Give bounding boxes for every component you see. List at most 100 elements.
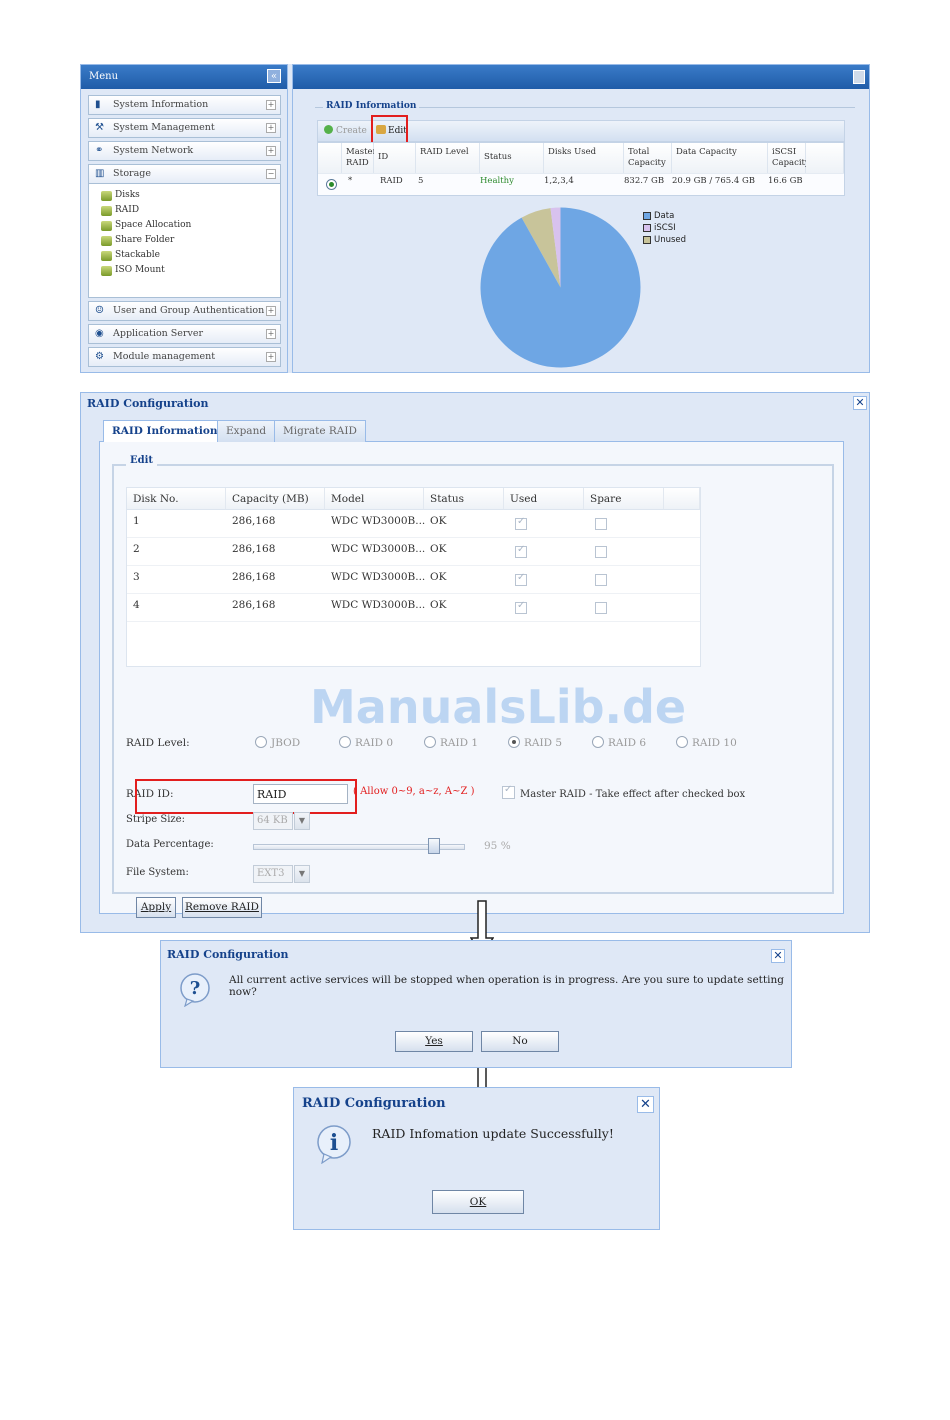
submenu-item-disks[interactable]: Disks: [101, 190, 140, 204]
expand-icon[interactable]: +: [266, 329, 276, 339]
used-checkbox[interactable]: [515, 600, 527, 614]
raid-select-radio[interactable]: [326, 179, 337, 190]
cell-master: *: [348, 176, 353, 186]
submenu-item-share-folder[interactable]: Share Folder: [101, 235, 174, 249]
raid-level-radio[interactable]: [339, 736, 351, 748]
raid-level-label: RAID Level:: [126, 737, 190, 749]
table-header: Spare: [584, 488, 664, 510]
submenu-item-space-allocation[interactable]: Space Allocation: [101, 220, 191, 234]
apply-button[interactable]: Apply: [136, 897, 176, 918]
legend-label: Unused: [654, 235, 687, 245]
cell-capacity: 286,168: [232, 571, 276, 583]
logout-icon[interactable]: [853, 70, 865, 84]
yes-button[interactable]: Yes: [395, 1031, 473, 1052]
submenu-label: Share Folder: [115, 235, 175, 245]
file-system-label: File System:: [126, 867, 189, 878]
cell-no: 3: [133, 571, 140, 583]
used-checkbox[interactable]: [515, 516, 527, 530]
dialog-message: RAID Infomation update Successfully!: [372, 1126, 614, 1141]
stripe-size-select[interactable]: 64 KB: [253, 812, 293, 830]
remove-raid-button[interactable]: Remove RAID: [182, 897, 262, 918]
cell-disks: 1,2,3,4: [544, 176, 574, 186]
tab-migrate-raid[interactable]: Migrate RAID: [274, 420, 366, 442]
raid-level-radio[interactable]: [676, 736, 688, 748]
table-header: ID: [374, 143, 416, 173]
legend-item: Unused: [643, 234, 686, 246]
menu-item-application-server[interactable]: ◉ Application Server +: [88, 324, 281, 344]
submenu-item-iso-mount[interactable]: ISO Mount: [101, 265, 165, 279]
spare-checkbox[interactable]: [595, 546, 607, 558]
tab-expand[interactable]: Expand: [217, 420, 276, 442]
table-header: Status: [480, 143, 544, 173]
spare-checkbox[interactable]: [595, 518, 607, 530]
cell-status: Healthy: [480, 176, 514, 186]
share-folder-icon: [101, 236, 112, 246]
raid-table: Master RAID ID RAID Level Status Disks U…: [317, 142, 845, 196]
file-system-select[interactable]: EXT3: [253, 865, 293, 883]
raid-level-radio[interactable]: [255, 736, 267, 748]
expand-icon[interactable]: +: [266, 352, 276, 362]
menu-item-label: Storage: [113, 168, 151, 179]
raid-level-radio[interactable]: [592, 736, 604, 748]
table-row: 4 286,168 WDC WD3000B... OK: [127, 594, 700, 622]
raid-info-legend: RAID Information: [323, 101, 420, 111]
storage-submenu: Disks RAID Space Allocation Share Folder…: [88, 184, 281, 298]
menu-item-system-network[interactable]: ⚭ System Network +: [88, 141, 281, 161]
legend-item: Data: [643, 210, 686, 222]
menu-item-module-management[interactable]: ⚙ Module management +: [88, 347, 281, 367]
master-raid-checkbox[interactable]: [502, 784, 515, 799]
dialog-message: All current active services will be stop…: [229, 974, 784, 998]
table-header: Disk No.: [127, 488, 226, 510]
cell-status: OK: [430, 571, 447, 583]
cell-model: WDC WD3000B...: [331, 599, 426, 611]
raid-level-option-label: RAID 10: [692, 737, 737, 749]
main-panel: RAID Information Create Edit Master RAID…: [292, 64, 870, 373]
collapse-icon[interactable]: −: [266, 169, 276, 179]
cell-capacity: 286,168: [232, 515, 276, 527]
raid-id-hint: ( Allow 0~9, a~z, A~Z ): [353, 786, 475, 797]
ok-button[interactable]: OK: [432, 1190, 524, 1214]
menu-item-label: System Management: [113, 122, 215, 133]
raid-level-radio[interactable]: [424, 736, 436, 748]
spare-checkbox[interactable]: [595, 602, 607, 614]
menu-item-system-information[interactable]: ▮ System Information +: [88, 95, 281, 115]
network-icon: ⚭: [95, 145, 104, 156]
chevron-down-icon[interactable]: ▼: [294, 812, 310, 830]
tab-raid-information[interactable]: RAID Information: [103, 420, 227, 443]
menu-item-label: System Information: [113, 99, 209, 110]
create-button[interactable]: Create: [324, 125, 367, 136]
table-header: Master RAID: [342, 143, 377, 173]
raid-level-radio[interactable]: [508, 736, 520, 748]
close-icon[interactable]: ✕: [637, 1096, 654, 1113]
menu-item-label: System Network: [113, 145, 194, 156]
used-checkbox[interactable]: [515, 544, 527, 558]
slider-handle[interactable]: [428, 838, 441, 854]
menu-collapse-button[interactable]: «: [267, 69, 281, 83]
no-button[interactable]: No: [481, 1031, 559, 1052]
menu-item-user-group-authentication[interactable]: ☺ User and Group Authentication +: [88, 301, 281, 321]
close-icon[interactable]: ✕: [853, 396, 867, 410]
expand-icon[interactable]: +: [266, 306, 276, 316]
edit-legend: Edit: [126, 455, 158, 466]
menu-item-label: User and Group Authentication: [113, 305, 265, 316]
menu-item-system-management[interactable]: ⚒ System Management +: [88, 118, 281, 138]
cell-level: 5: [418, 176, 424, 186]
menu-item-storage[interactable]: ▥ Storage −: [88, 164, 281, 184]
expand-icon[interactable]: +: [266, 100, 276, 110]
close-icon[interactable]: ✕: [771, 949, 785, 963]
expand-icon[interactable]: +: [266, 123, 276, 133]
legend-item: iSCSI: [643, 222, 686, 234]
submenu-item-stackable[interactable]: Stackable: [101, 250, 160, 264]
submenu-label: Stackable: [115, 250, 160, 260]
spare-checkbox[interactable]: [595, 574, 607, 586]
stripe-size-label: Stripe Size:: [126, 814, 185, 825]
raid-level-option-label: RAID 1: [440, 737, 479, 749]
table-header: RAID Level: [416, 143, 480, 173]
raid-icon: [101, 206, 112, 216]
used-checkbox[interactable]: [515, 572, 527, 586]
window-title: RAID Configuration: [87, 397, 209, 410]
chevron-down-icon[interactable]: ▼: [294, 865, 310, 883]
submenu-item-raid[interactable]: RAID: [101, 205, 139, 219]
expand-icon[interactable]: +: [266, 146, 276, 156]
submenu-label: Space Allocation: [115, 220, 192, 230]
